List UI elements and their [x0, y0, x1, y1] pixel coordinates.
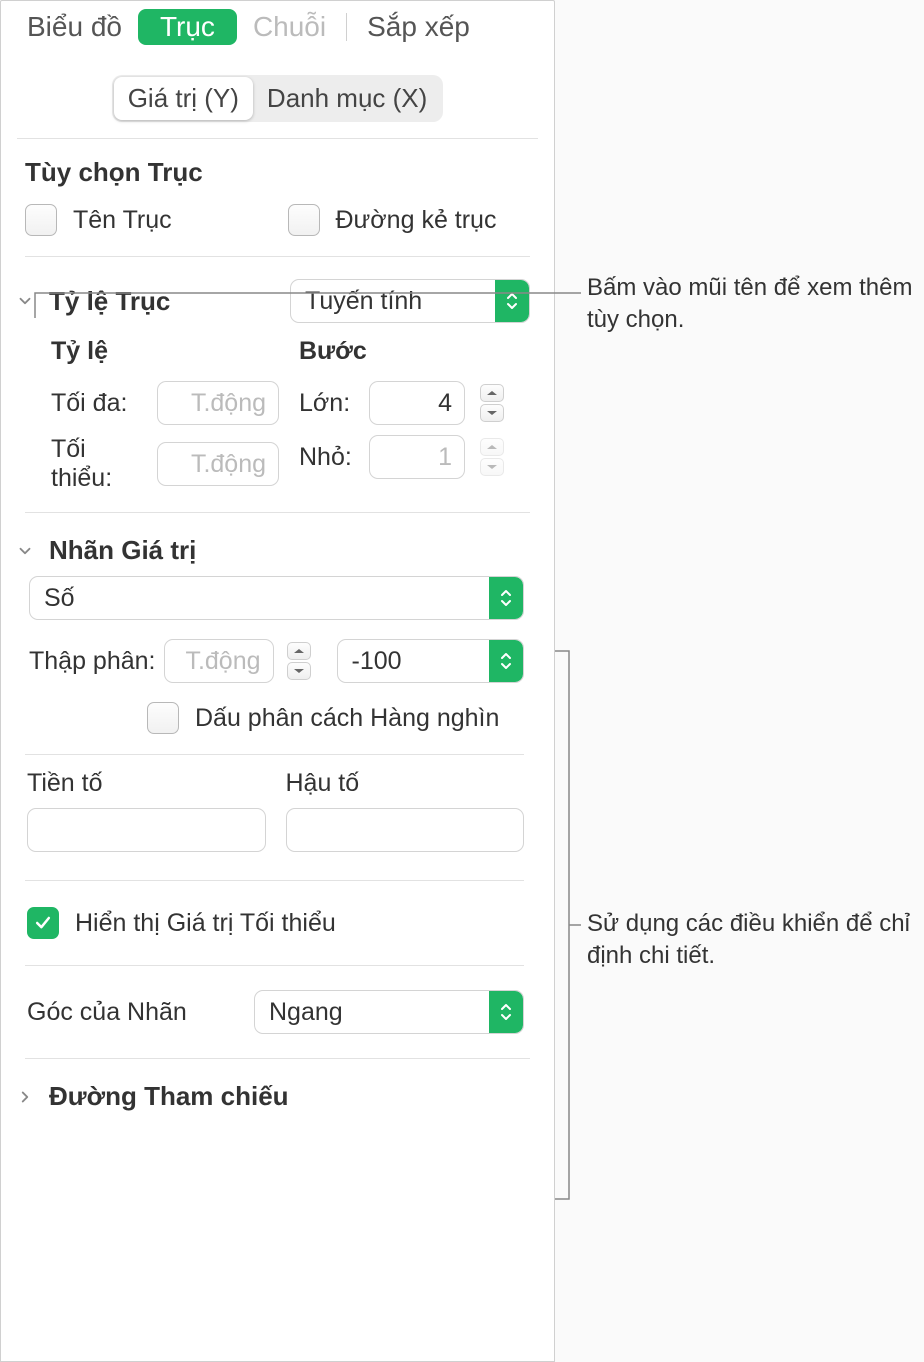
checkbox-axis-line[interactable] [288, 204, 320, 236]
prefix-input[interactable] [27, 808, 266, 852]
max-label: Tối đa: [51, 389, 147, 418]
tab-separator [346, 13, 347, 41]
major-step-down[interactable] [480, 404, 504, 422]
min-label: Tối thiểu: [51, 435, 147, 493]
minor-stepper [480, 436, 504, 478]
subtab-category-x[interactable]: Danh mục (X) [253, 77, 441, 120]
steps-subheading: Bước [299, 333, 524, 376]
major-step-up[interactable] [480, 384, 504, 402]
minor-label: Nhỏ: [299, 443, 359, 472]
callout-top-text: Bấm vào mũi tên để xem thêm tùy chọn. [587, 272, 924, 337]
scale-subheading: Tỷ lệ [51, 333, 279, 376]
main-tabs: Biểu đồ Trục Chuỗi Sắp xếp [1, 1, 554, 57]
chevron-right-icon[interactable] [13, 1085, 37, 1109]
decimals-step-down[interactable] [287, 662, 311, 680]
tab-sort[interactable]: Sắp xếp [359, 9, 478, 45]
label-angle-popup[interactable]: Ngang [254, 990, 524, 1034]
show-min-label: Hiển thị Giá trị Tối thiểu [75, 909, 336, 938]
updown-arrows-icon [489, 640, 523, 682]
checkbox-thousands-sep[interactable] [147, 702, 179, 734]
major-input[interactable] [369, 381, 465, 425]
prefix-label: Tiền tố [27, 769, 266, 808]
thousands-sep-label: Dấu phân cách Hàng nghìn [195, 704, 499, 733]
subtab-value-y[interactable]: Giá trị (Y) [114, 77, 253, 120]
axis-name-label: Tên Trục [73, 206, 172, 235]
callout-connector [35, 293, 581, 323]
value-labels-section: Nhãn Giá trị Số Thập phân: -100 [1, 527, 554, 1044]
tab-chart[interactable]: Biểu đồ [19, 9, 130, 45]
decimals-input[interactable] [164, 639, 274, 683]
axis-options-heading: Tùy chọn Trục [25, 153, 530, 198]
decimals-label: Thập phân: [29, 647, 156, 676]
suffix-label: Hậu tố [286, 769, 525, 808]
negative-format-value: -100 [338, 647, 490, 676]
value-labels-title: Nhãn Giá trị [49, 535, 530, 566]
axis-options-section: Tùy chọn Trục Tên Trục Đường kẻ trục [1, 153, 554, 242]
format-popup[interactable]: Số [29, 576, 524, 620]
major-label: Lớn: [299, 389, 359, 418]
reference-lines-section: Đường Tham chiếu [1, 1073, 554, 1116]
suffix-input[interactable] [286, 808, 525, 852]
axis-line-label: Đường kẻ trục [336, 206, 497, 235]
major-stepper[interactable] [480, 382, 504, 424]
checkbox-axis-name[interactable] [25, 204, 57, 236]
chevron-down-icon[interactable] [13, 539, 37, 563]
label-angle-label: Góc của Nhãn [27, 998, 244, 1027]
axis-subtabs: Giá trị (Y) Danh mục (X) [1, 75, 554, 122]
negative-format-popup[interactable]: -100 [337, 639, 525, 683]
decimals-step-up[interactable] [287, 642, 311, 660]
callout-mid-text: Sử dụng các điều khiển để chỉ định chi t… [587, 908, 924, 973]
chevron-down-icon[interactable] [13, 289, 37, 313]
min-input[interactable] [157, 442, 279, 486]
callout-bracket [555, 651, 581, 1199]
minor-input[interactable] [369, 435, 465, 479]
format-value: Số [30, 584, 489, 613]
max-input[interactable] [157, 381, 279, 425]
reference-lines-title: Đường Tham chiếu [49, 1081, 530, 1112]
decimals-stepper[interactable] [287, 640, 311, 682]
label-angle-value: Ngang [255, 998, 489, 1027]
minor-step-up [480, 438, 504, 456]
checkbox-show-min[interactable] [27, 907, 59, 939]
tab-series[interactable]: Chuỗi [245, 9, 334, 45]
minor-step-down [480, 458, 504, 476]
updown-arrows-icon [489, 991, 523, 1033]
updown-arrows-icon [489, 577, 523, 619]
tab-axis[interactable]: Trục [138, 9, 237, 45]
